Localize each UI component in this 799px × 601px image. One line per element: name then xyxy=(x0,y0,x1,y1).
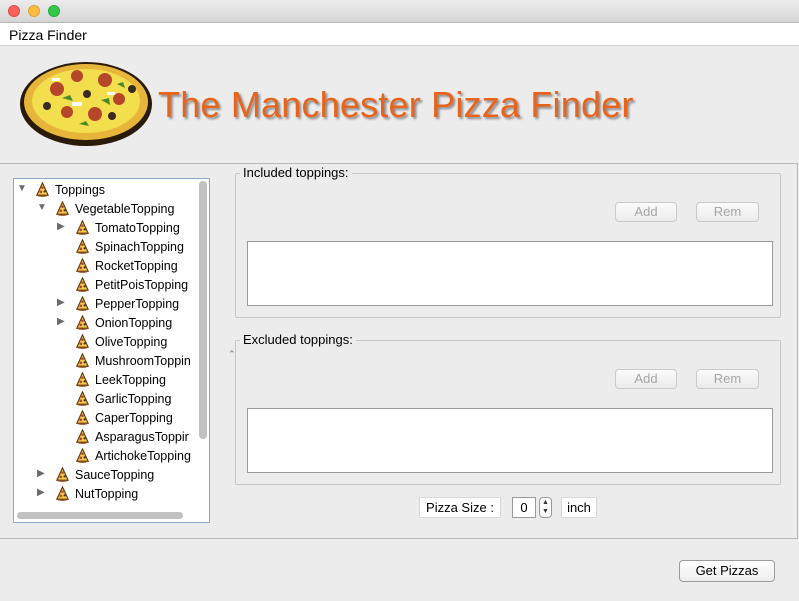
disclosure-collapsed-icon[interactable]: ▶ xyxy=(57,297,65,308)
pizza-size-label: Pizza Size : xyxy=(419,497,501,518)
tree-item[interactable]: CaperTopping xyxy=(57,409,199,428)
pizza-slice-icon xyxy=(75,257,90,273)
disclosure-expanded-icon[interactable]: ▼ xyxy=(37,202,47,213)
tree-item[interactable]: ▼ Toppings xyxy=(17,181,199,200)
tree-item-label: RocketTopping xyxy=(95,259,178,273)
included-toppings-title: Included toppings: xyxy=(240,165,352,180)
excluded-toppings-group: Excluded toppings: Add Rem xyxy=(235,332,781,485)
tree-item[interactable]: ▼ VegetableTopping xyxy=(37,200,199,219)
tree-item[interactable]: AsparagusToppir xyxy=(57,428,199,447)
disclosure-collapsed-icon[interactable]: ▶ xyxy=(57,316,65,327)
tree-item-label: MushroomToppin xyxy=(95,354,191,368)
pizza-slice-icon xyxy=(75,409,90,425)
pizza-slice-icon xyxy=(75,352,90,368)
tree-item[interactable]: GarlicTopping xyxy=(57,390,199,409)
tree-item-label: SpinachTopping xyxy=(95,240,184,254)
tree-item-label: AsparagusToppir xyxy=(95,430,189,444)
pizza-slice-icon xyxy=(55,200,70,216)
close-window-button[interactable] xyxy=(8,5,20,17)
stepper-up-icon[interactable]: ▲ xyxy=(540,498,551,507)
tree-item-label: NutTopping xyxy=(75,487,139,501)
toppings-tree[interactable]: ▶ NutTopping ▶ SauceTopping ArtichokeTopping… xyxy=(13,178,210,523)
menu-bar: Pizza Finder xyxy=(0,23,799,46)
tree-item[interactable]: SpinachTopping xyxy=(57,238,199,257)
tree-item[interactable]: ▶ OnionTopping xyxy=(57,314,199,333)
tree-vertical-scrollbar[interactable] xyxy=(199,181,207,439)
tree-item[interactable]: PetitPoisTopping xyxy=(57,276,199,295)
tree-item-label: Toppings xyxy=(55,183,106,197)
pizza-size-stepper[interactable]: ▲ ▼ xyxy=(539,497,552,518)
tree-item-label: ArtichokeTopping xyxy=(95,449,191,463)
disclosure-collapsed-icon[interactable]: ▶ xyxy=(57,221,65,232)
included-rem-button[interactable]: Rem xyxy=(696,202,759,222)
included-toppings-list[interactable] xyxy=(247,241,773,306)
pizza-slice-icon xyxy=(75,238,90,254)
tree-item-label: OliveTopping xyxy=(95,335,168,349)
pizza-slice-icon xyxy=(75,314,90,330)
pizza-size-input[interactable]: 0 xyxy=(512,497,536,518)
tree-item[interactable]: LeekTopping xyxy=(57,371,199,390)
excluded-toppings-list[interactable] xyxy=(247,408,773,473)
tree-item[interactable]: ▶ NutTopping xyxy=(37,485,199,504)
pizza-slice-icon xyxy=(75,428,90,444)
pizza-slice-icon xyxy=(55,485,70,501)
excluded-toppings-title: Excluded toppings: xyxy=(240,332,356,347)
pizza-slice-icon xyxy=(75,219,90,235)
included-add-button[interactable]: Add xyxy=(615,202,677,222)
tree-item-label: GarlicTopping xyxy=(95,392,172,406)
disclosure-collapsed-icon[interactable]: ▶ xyxy=(37,468,45,479)
minimize-window-button[interactable] xyxy=(28,5,40,17)
tree-item[interactable]: RocketTopping xyxy=(57,257,199,276)
pizza-slice-icon xyxy=(35,181,50,197)
tree-item[interactable]: ▶ PepperTopping xyxy=(57,295,199,314)
tree-item-label: CaperTopping xyxy=(95,411,173,425)
banner-title: The Manchester Pizza Finder xyxy=(158,84,634,125)
pizza-slice-icon xyxy=(75,390,90,406)
tree-item-label: VegetableTopping xyxy=(75,202,175,216)
banner: The Manchester Pizza Finder xyxy=(0,46,799,162)
tree-item-label: LeekTopping xyxy=(95,373,166,387)
tree-item[interactable]: ▶ SauceTopping xyxy=(37,466,199,485)
tree-item-label: OnionTopping xyxy=(95,316,173,330)
window-titlebar xyxy=(0,0,799,23)
disclosure-collapsed-icon[interactable]: ▶ xyxy=(37,487,45,498)
get-pizzas-button[interactable]: Get Pizzas xyxy=(679,560,775,582)
tree-item[interactable]: ▶ TomatoTopping xyxy=(57,219,199,238)
tree-item[interactable]: MushroomToppin xyxy=(57,352,199,371)
included-toppings-group: Included toppings: Add Rem xyxy=(235,165,781,318)
tree-horizontal-scrollbar[interactable] xyxy=(17,512,183,519)
tree-item-label: SauceTopping xyxy=(75,468,155,482)
excluded-rem-button[interactable]: Rem xyxy=(696,369,759,389)
pizza-logo-icon xyxy=(20,62,152,146)
tree-item[interactable]: OliveTopping xyxy=(57,333,199,352)
zoom-window-button[interactable] xyxy=(48,5,60,17)
tree-item-label: TomatoTopping xyxy=(95,221,180,235)
stepper-down-icon[interactable]: ▼ xyxy=(540,507,551,516)
menu-pizza-finder[interactable]: Pizza Finder xyxy=(9,27,87,43)
excluded-add-button[interactable]: Add xyxy=(615,369,677,389)
pizza-slice-icon xyxy=(75,371,90,387)
tree-item-label: PepperTopping xyxy=(95,297,180,311)
tree-item[interactable]: ArtichokeTopping xyxy=(57,447,199,466)
pizza-slice-icon xyxy=(75,295,90,311)
pizza-slice-icon xyxy=(75,333,90,349)
tree-item-label: PetitPoisTopping xyxy=(95,278,189,292)
pizza-slice-icon xyxy=(55,466,70,482)
pizza-size-unit: inch xyxy=(561,497,597,518)
disclosure-expanded-icon[interactable]: ▼ xyxy=(17,183,27,194)
pizza-slice-icon xyxy=(75,447,90,463)
pizza-slice-icon xyxy=(75,276,90,292)
